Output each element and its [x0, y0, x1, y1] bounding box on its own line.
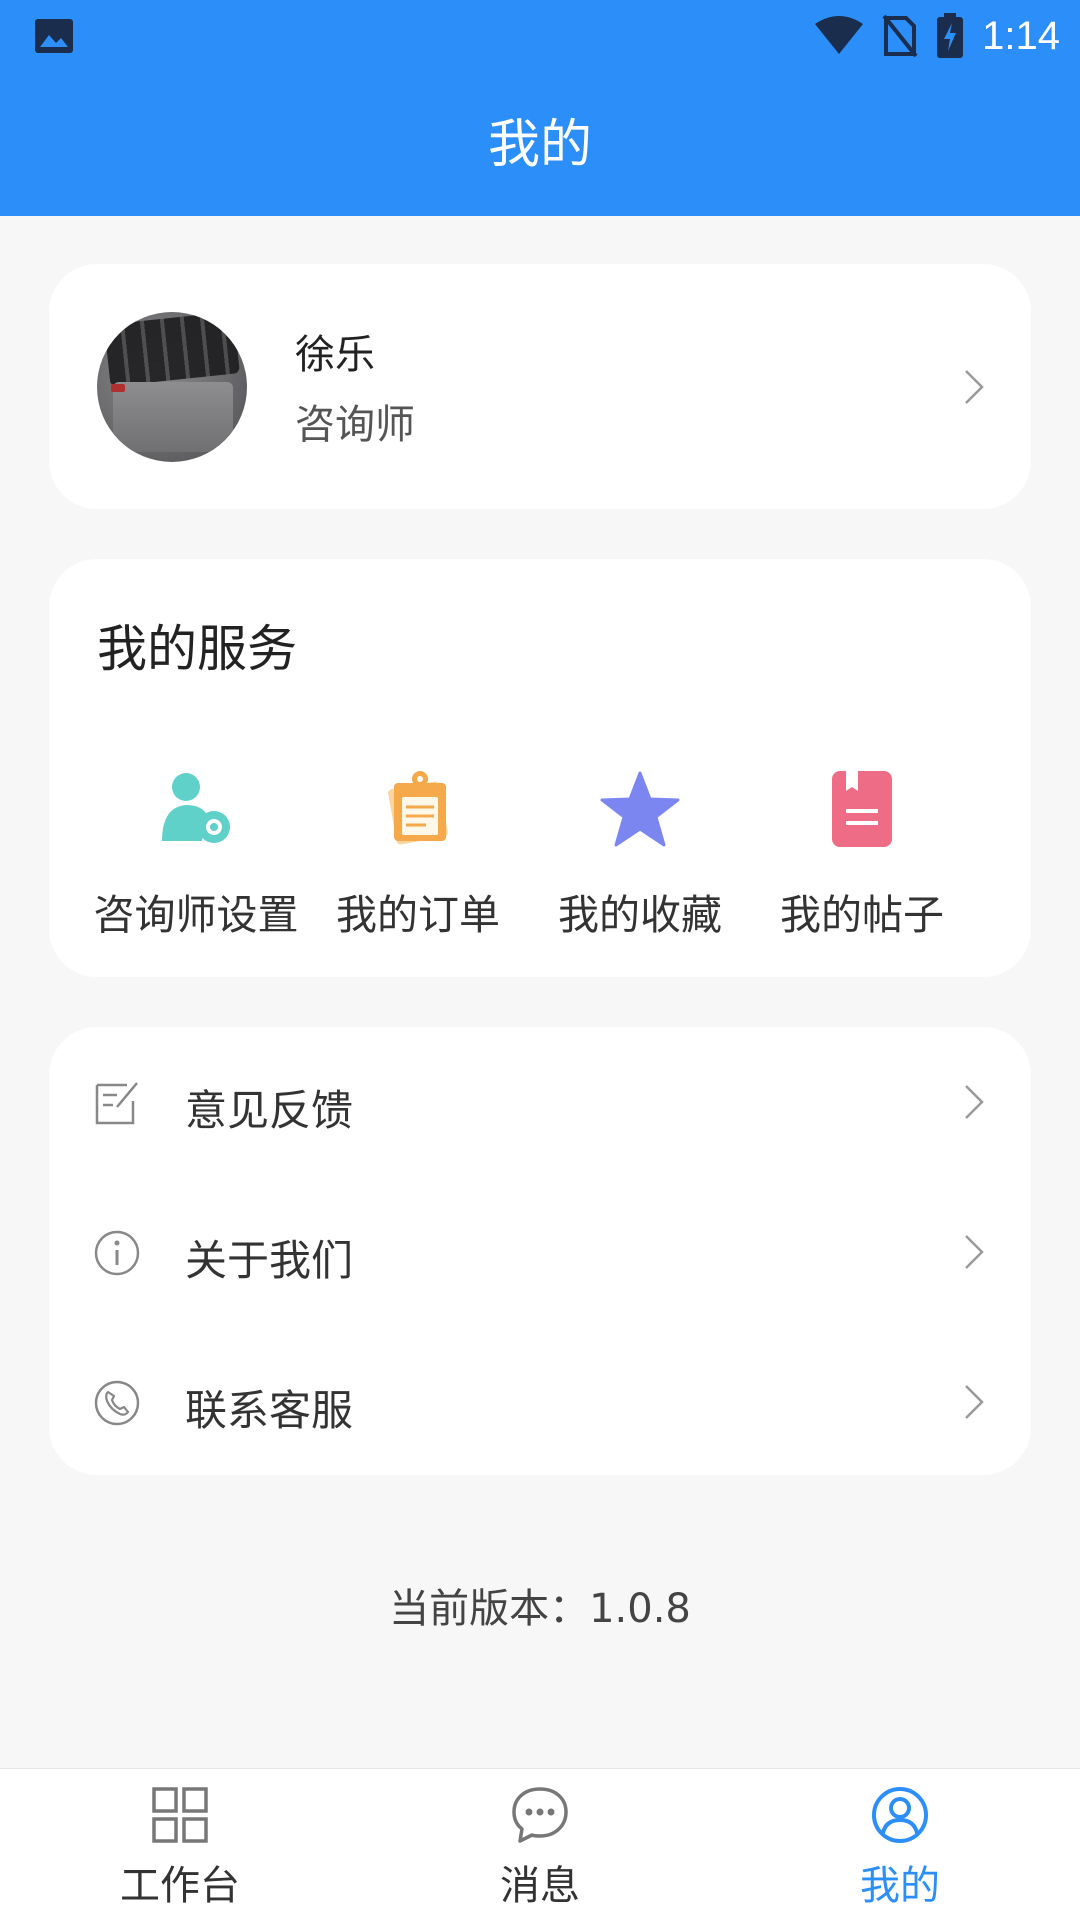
service-label: 我的订单 — [336, 891, 500, 939]
tab-label: 我的 — [860, 1863, 940, 1909]
chevron-right-icon — [965, 1385, 984, 1419]
no-sim-icon — [882, 14, 918, 58]
tab-workbench[interactable]: 工作台 — [80, 1769, 280, 1920]
profile-role: 咨询师 — [295, 402, 415, 448]
profile-card[interactable]: 徐乐 咨询师 — [49, 264, 1031, 509]
tab-messages[interactable]: 消息 — [440, 1769, 640, 1920]
orders-icon — [388, 771, 448, 845]
profile-name: 徐乐 — [295, 332, 375, 378]
grid-icon — [152, 1787, 208, 1843]
chevron-right-icon — [965, 370, 984, 404]
wifi-icon — [815, 16, 864, 54]
menu-label: 意见反馈 — [185, 1086, 354, 1135]
consultant-settings-icon — [162, 773, 230, 843]
battery-charging-icon — [937, 13, 964, 58]
services-title: 我的服务 — [97, 620, 297, 678]
status-time: 1:14 — [982, 13, 1060, 58]
tab-label: 消息 — [500, 1863, 580, 1909]
info-icon — [94, 1230, 140, 1276]
menu-card: 意见反馈 关于我们 联系客服 — [49, 1027, 1031, 1475]
chevron-right-icon — [965, 1085, 984, 1119]
gallery-notification-icon — [35, 19, 73, 53]
status-bar: 1:14 — [0, 0, 1080, 72]
posts-icon — [832, 771, 892, 847]
service-label: 我的收藏 — [558, 891, 722, 939]
service-label: 我的帖子 — [780, 891, 944, 939]
star-icon — [600, 771, 680, 847]
page-title: 我的 — [487, 115, 592, 175]
menu-label: 关于我们 — [185, 1236, 354, 1285]
user-circle-icon — [872, 1787, 928, 1843]
tab-label: 工作台 — [120, 1863, 240, 1909]
app-version: 当前版本：1.0.8 — [389, 1586, 691, 1632]
bottom-tab-bar: 工作台 消息 我的 — [0, 1768, 1080, 1920]
menu-label: 联系客服 — [185, 1386, 354, 1435]
menu-item-feedback[interactable]: 意见反馈 — [49, 1027, 1031, 1177]
phone-icon — [94, 1380, 140, 1426]
feedback-icon — [95, 1082, 138, 1125]
tab-mine[interactable]: 我的 — [800, 1769, 1000, 1920]
chat-bubble-icon — [512, 1787, 568, 1843]
header-bar: 1:14 我的 — [0, 0, 1080, 216]
avatar[interactable] — [97, 312, 247, 462]
menu-item-contact-support[interactable]: 联系客服 — [49, 1327, 1031, 1477]
chevron-right-icon — [965, 1235, 984, 1269]
service-label: 咨询师设置 — [93, 891, 299, 939]
services-card: 我的服务 咨询师设置 我的订单 我的收藏 我的帖子 — [49, 559, 1031, 977]
menu-item-about[interactable]: 关于我们 — [49, 1177, 1031, 1327]
